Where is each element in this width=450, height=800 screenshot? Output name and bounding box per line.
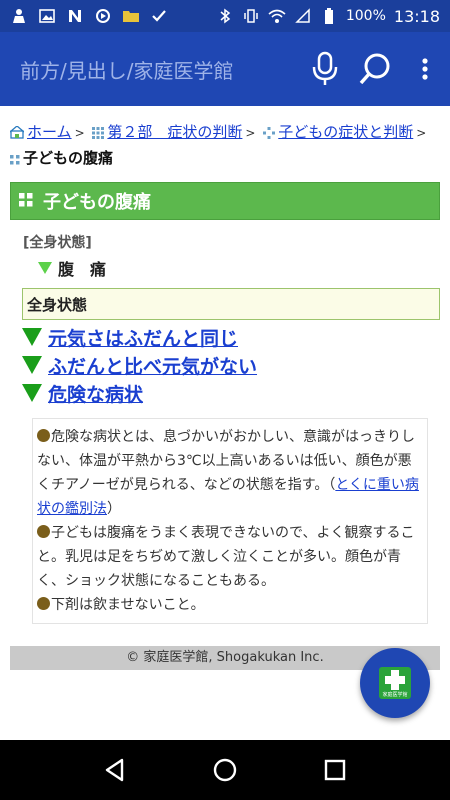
image-icon — [38, 7, 56, 25]
n-icon — [66, 7, 84, 25]
home-icon — [213, 758, 237, 782]
section-squares-icon — [19, 191, 33, 212]
battery-icon — [320, 7, 338, 25]
breadcrumb-current: 子どもの腹痛 — [23, 149, 114, 167]
app-bar: 前方/見出し/家庭医学館 — [0, 32, 450, 106]
triangle-down-icon — [22, 356, 42, 374]
more-menu-button[interactable] — [400, 32, 450, 106]
signal-icon — [294, 7, 312, 25]
symptom-row: 腹 痛 — [38, 256, 450, 280]
note-paragraph: 子どもは腹痛をうまく表現できないので、よく観察すること。乳児は足をちぢめて激しく… — [37, 521, 421, 593]
grid-icon — [92, 122, 105, 146]
choice-link-normal[interactable]: 元気さはふだんと同じ — [48, 324, 238, 351]
breadcrumb-separator: > — [416, 126, 427, 140]
sync-icon — [94, 7, 112, 25]
note-text-1-end: ） — [107, 501, 121, 517]
breadcrumb-part[interactable]: 第２部 症状の判断 — [107, 123, 242, 141]
search-icon — [359, 53, 390, 85]
state-box: 全身状態 — [22, 288, 440, 320]
bullet-icon — [37, 429, 50, 442]
home-button[interactable] — [205, 750, 245, 790]
back-icon — [105, 758, 124, 782]
bullet-icon — [37, 525, 50, 538]
choice-link-dangerous[interactable]: 危険な病状 — [48, 380, 143, 407]
triangle-down-icon — [22, 384, 42, 402]
folder-icon — [122, 7, 140, 25]
triangle-down-icon — [38, 262, 52, 274]
choice-dangerous[interactable]: 危険な病状 — [22, 380, 450, 407]
notes-box: 危険な病状とは、息づかいがおかしい、意識がはっきりしない、体温が平熱から3℃以上… — [32, 418, 428, 624]
person-icon — [10, 7, 28, 25]
cross-dots-icon — [263, 122, 276, 146]
microphone-button[interactable] — [300, 32, 350, 106]
recents-icon — [324, 759, 346, 781]
choice-normal[interactable]: 元気さはふだんと同じ — [22, 324, 450, 351]
breadcrumb: ホーム > 第２部 症状の判断 > 子どもの症状と判断 > 子どもの腹痛 — [0, 106, 450, 172]
breadcrumb-separator: > — [74, 126, 85, 140]
status-bar: 100% 13:18 — [0, 0, 450, 32]
choice-link-less-energy[interactable]: ふだんと比べ元気がない — [48, 352, 257, 379]
note-paragraph: 下剤は飲ませないこと。 — [37, 593, 421, 617]
app-logo-button[interactable]: 家庭医学館 — [360, 648, 430, 718]
section-title: 子どもの腹痛 — [43, 192, 151, 213]
choice-less-energy[interactable]: ふだんと比べ元気がない — [22, 352, 450, 379]
bullet-icon — [37, 597, 50, 610]
breadcrumb-home[interactable]: ホーム — [27, 123, 72, 141]
content-area[interactable]: ホーム > 第２部 症状の判断 > 子どもの症状と判断 > 子どもの腹痛 子どもの腹痛… — [0, 106, 450, 740]
clock: 13:18 — [393, 6, 440, 26]
check-icon — [150, 7, 168, 25]
note-text-3: 下剤は飲ませないこと。 — [51, 597, 205, 613]
app-logo-icon: 家庭医学館 — [379, 667, 411, 699]
wifi-icon — [268, 7, 286, 25]
search-button[interactable] — [350, 32, 400, 106]
symptom-label: 腹 痛 — [58, 260, 107, 279]
system-nav-bar — [0, 740, 450, 800]
vibrate-icon — [242, 7, 260, 25]
home-small-icon — [9, 122, 25, 146]
breadcrumb-category[interactable]: 子どもの症状と判断 — [278, 123, 413, 141]
breadcrumb-separator: > — [245, 126, 256, 140]
more-vert-icon — [422, 58, 428, 80]
back-button[interactable] — [95, 750, 135, 790]
recents-button[interactable] — [315, 750, 355, 790]
note-paragraph: 危険な病状とは、息づかいがおかしい、意識がはっきりしない、体温が平熱から3℃以上… — [37, 425, 421, 521]
section-header: 子どもの腹痛 — [10, 182, 440, 220]
page-title: 前方/見出し/家庭医学館 — [20, 58, 234, 83]
note-text-2: 子どもは腹痛をうまく表現できないので、よく観察すること。乳児は足をちぢめて激しく… — [37, 525, 415, 589]
fab-label: 家庭医学館 — [382, 692, 408, 698]
four-dots-icon — [10, 148, 20, 172]
battery-percent: 100% — [345, 8, 386, 24]
triangle-down-icon — [22, 328, 42, 346]
state-label: [全身状態] — [23, 235, 92, 251]
microphone-icon — [312, 51, 338, 85]
bluetooth-icon — [216, 7, 234, 25]
